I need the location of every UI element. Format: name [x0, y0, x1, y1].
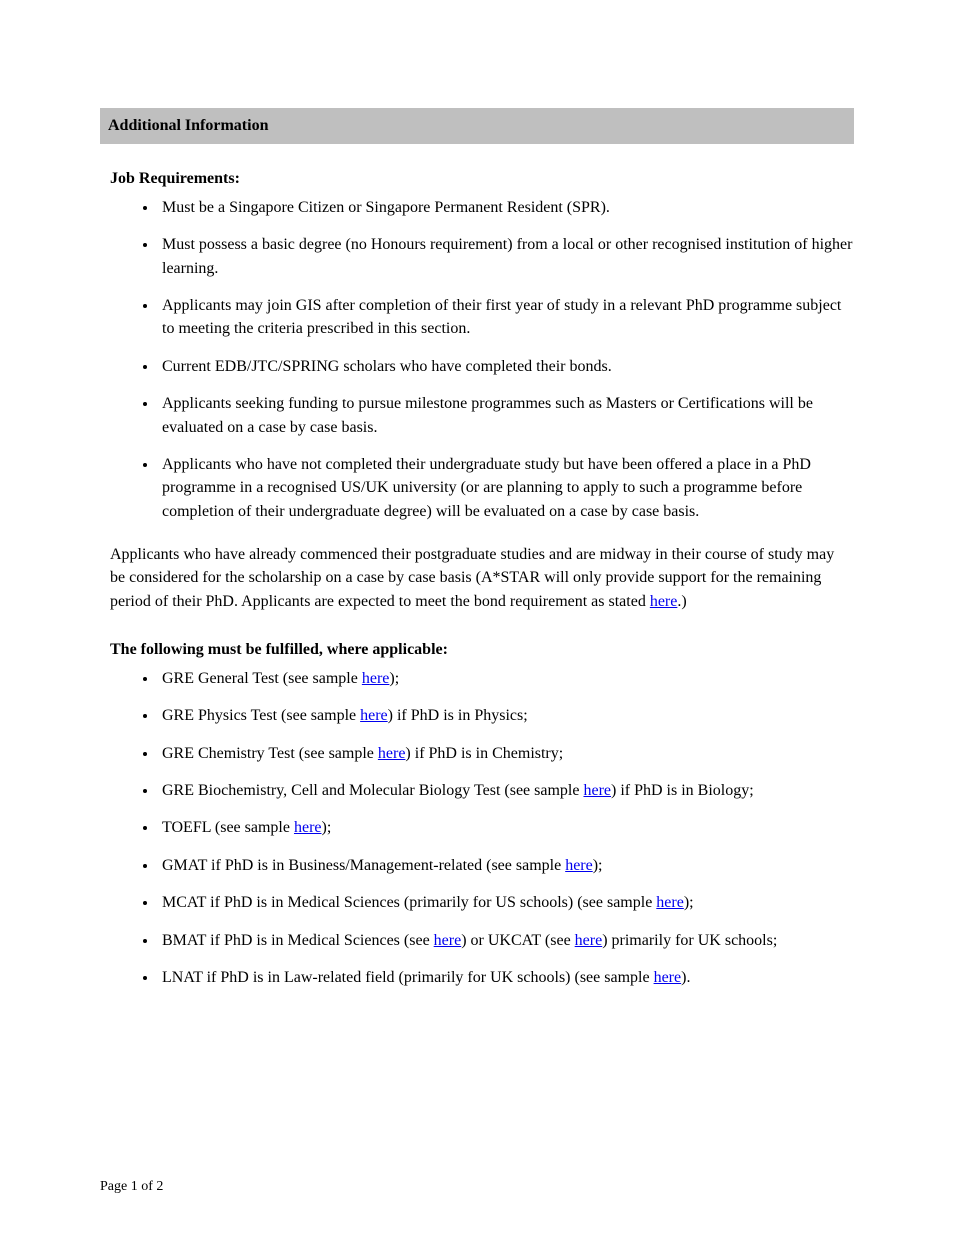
section-banner: Additional Information	[100, 108, 854, 144]
sample-link[interactable]: here	[583, 782, 611, 799]
item-text: GRE Chemistry Test (see sample	[162, 745, 378, 762]
midway-paragraph: Applicants who have already commenced th…	[100, 543, 854, 613]
list-item: GRE Physics Test (see sample here) if Ph…	[158, 704, 854, 727]
item-text: ) if PhD is in Biology;	[611, 782, 754, 799]
paragraph-text: Applicants who have already commenced th…	[110, 546, 834, 610]
list-item: TOEFL (see sample here);	[158, 816, 854, 839]
sample-link[interactable]: here	[378, 745, 406, 762]
item-text: );	[593, 857, 603, 874]
item-text: ) or UKCAT (see	[461, 932, 574, 949]
item-text: ) primarily for UK schools;	[602, 932, 777, 949]
item-text: );	[684, 894, 694, 911]
list-item: Must be a Singapore Citizen or Singapore…	[158, 196, 854, 219]
item-text: GRE Biochemistry, Cell and Molecular Bio…	[162, 782, 583, 799]
item-text: GRE General Test (see sample	[162, 670, 362, 687]
item-text: );	[389, 670, 399, 687]
list-item: Applicants who have not completed their …	[158, 453, 854, 523]
list-item: GMAT if PhD is in Business/Management-re…	[158, 854, 854, 877]
sample-link[interactable]: here	[654, 969, 682, 986]
page-footer: Page 1 of 2	[100, 1179, 163, 1195]
sample-link[interactable]: here	[294, 819, 322, 836]
job-requirements-heading: Job Requirements:	[100, 170, 854, 188]
item-text: MCAT if PhD is in Medical Sciences (prim…	[162, 894, 656, 911]
item-text: ) if PhD is in Physics;	[388, 707, 528, 724]
list-item: Applicants seeking funding to pursue mil…	[158, 392, 854, 439]
job-requirements-list: Must be a Singapore Citizen or Singapore…	[158, 196, 854, 523]
list-item: GRE Chemistry Test (see sample here) if …	[158, 742, 854, 765]
item-text: ) if PhD is in Chemistry;	[405, 745, 563, 762]
list-item: Must possess a basic degree (no Honours …	[158, 233, 854, 280]
list-item: GRE General Test (see sample here);	[158, 667, 854, 690]
bond-requirement-link[interactable]: here	[650, 593, 678, 610]
list-item: Applicants may join GIS after completion…	[158, 294, 854, 341]
item-text: TOEFL (see sample	[162, 819, 294, 836]
list-item: BMAT if PhD is in Medical Sciences (see …	[158, 929, 854, 952]
item-text: GRE Physics Test (see sample	[162, 707, 360, 724]
tests-heading: The following must be fulfilled, where a…	[100, 641, 854, 659]
list-item: GRE Biochemistry, Cell and Molecular Bio…	[158, 779, 854, 802]
sample-link[interactable]: here	[656, 894, 684, 911]
sample-link[interactable]: here	[360, 707, 388, 724]
list-item: Current EDB/JTC/SPRING scholars who have…	[158, 355, 854, 378]
sample-link[interactable]: here	[565, 857, 593, 874]
item-text: BMAT if PhD is in Medical Sciences (see	[162, 932, 434, 949]
item-text: LNAT if PhD is in Law-related field (pri…	[162, 969, 654, 986]
list-item: MCAT if PhD is in Medical Sciences (prim…	[158, 891, 854, 914]
item-text: ).	[681, 969, 690, 986]
paragraph-text: .)	[677, 593, 686, 610]
list-item: LNAT if PhD is in Law-related field (pri…	[158, 966, 854, 989]
item-text: GMAT if PhD is in Business/Management-re…	[162, 857, 565, 874]
sample-link[interactable]: here	[362, 670, 390, 687]
sample-link[interactable]: here	[575, 932, 603, 949]
sample-link[interactable]: here	[434, 932, 462, 949]
tests-list: GRE General Test (see sample here); GRE …	[158, 667, 854, 989]
item-text: );	[322, 819, 332, 836]
